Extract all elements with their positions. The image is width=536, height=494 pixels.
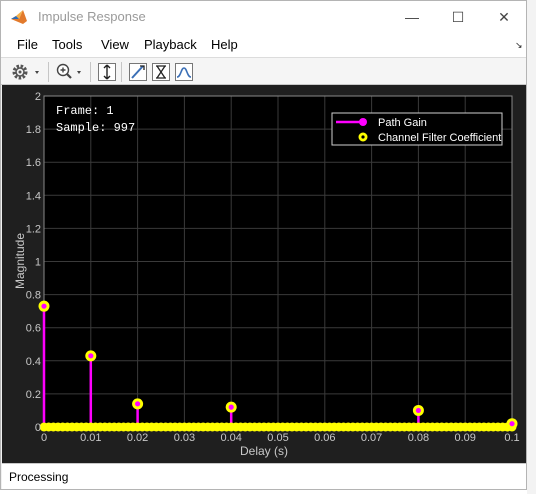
y-tick-label: 1 (35, 257, 41, 269)
x-tick-label: 0.09 (454, 432, 475, 444)
close-button[interactable]: ✕ (481, 1, 527, 33)
toolbar-separator (90, 62, 91, 82)
maximize-button[interactable]: ☐ (435, 1, 481, 33)
background-desktop (527, 0, 536, 494)
gear-icon[interactable] (11, 62, 41, 82)
y-axis-label: Magnitude (13, 233, 27, 289)
menu-view[interactable]: View (101, 37, 129, 52)
zoom-in-icon[interactable] (55, 62, 89, 82)
status-bar: Processing (2, 463, 526, 489)
trigger-icon[interactable] (151, 62, 171, 82)
toolbar (1, 57, 526, 85)
x-tick-label: 0.04 (220, 432, 241, 444)
minimize-button[interactable]: — (389, 1, 435, 33)
toolbar-separator (48, 62, 49, 82)
menu-bar: File Tools View Playback Help ↘ (1, 33, 526, 57)
frame-annotation: Frame: 1 (56, 104, 114, 118)
sample-annotation: Sample: 997 (56, 121, 135, 135)
x-tick-label: 0.06 (314, 432, 335, 444)
matlab-app-icon (10, 8, 28, 26)
window-title: Impulse Response (38, 9, 146, 24)
toolbar-separator (121, 62, 122, 82)
legend-filter-marker-center (361, 135, 365, 139)
y-tick-label: 1.2 (26, 223, 41, 235)
menu-file[interactable]: File (17, 37, 38, 52)
y-tick-label: 1.4 (26, 190, 41, 202)
path-gain-marker (228, 404, 234, 410)
x-tick-label: 0 (41, 432, 47, 444)
menu-playback[interactable]: Playback (144, 37, 197, 52)
x-tick-label: 0.01 (80, 432, 101, 444)
y-tick-label: 0.4 (26, 356, 41, 368)
impulse-response-chart[interactable]: 0 0.01 0.02 0.03 0.04 0.05 0.06 0.07 0.08 0.09 0.1… (2, 85, 526, 463)
status-text: Processing (9, 470, 69, 484)
y-tick-label: 0.2 (26, 389, 41, 401)
path-gain-marker (509, 421, 515, 427)
x-tick-label: 0.03 (174, 432, 195, 444)
y-tick-label: 0.6 (26, 323, 41, 335)
menu-tools[interactable]: Tools (52, 37, 82, 52)
data-cursor-icon[interactable] (128, 62, 148, 82)
x-tick-label: 0.07 (361, 432, 382, 444)
y-tick-label: 1.8 (26, 124, 41, 136)
legend-path-gain-marker (359, 118, 367, 126)
menu-help[interactable]: Help (211, 37, 238, 52)
path-gain-marker (41, 303, 47, 309)
title-bar[interactable]: Impulse Response — ☐ ✕ (1, 1, 526, 33)
y-tick-label: 1.6 (26, 157, 41, 169)
x-axis-label: Delay (s) (240, 444, 288, 458)
dock-arrow-icon[interactable]: ↘ (515, 40, 523, 51)
y-tick-label: 2 (35, 91, 41, 103)
legend-filter-label: Channel Filter Coefficient (378, 132, 501, 144)
path-gain-marker (415, 407, 421, 414)
x-tick-label: 0.1 (504, 432, 519, 444)
y-tick-label: 0.8 (26, 290, 41, 302)
x-tick-label: 0.08 (408, 432, 429, 444)
measurement-icon[interactable] (174, 62, 194, 82)
plot-area: 0 0.01 0.02 0.03 0.04 0.05 0.06 0.07 0.08 0.09 0.1… (2, 85, 526, 463)
x-tick-label: 0.02 (127, 432, 148, 444)
path-gain-marker (88, 353, 94, 359)
scope-window: Impulse Response — ☐ ✕ File Tools View P… (0, 0, 527, 490)
legend[interactable]: Path Gain Channel Filter Coefficient (331, 112, 503, 146)
legend-path-gain-label: Path Gain (378, 117, 427, 129)
y-tick-label: 0 (35, 422, 41, 434)
x-tick-label: 0.05 (267, 432, 288, 444)
path-gain-marker (135, 401, 141, 407)
scale-axes-icon[interactable] (97, 62, 117, 82)
